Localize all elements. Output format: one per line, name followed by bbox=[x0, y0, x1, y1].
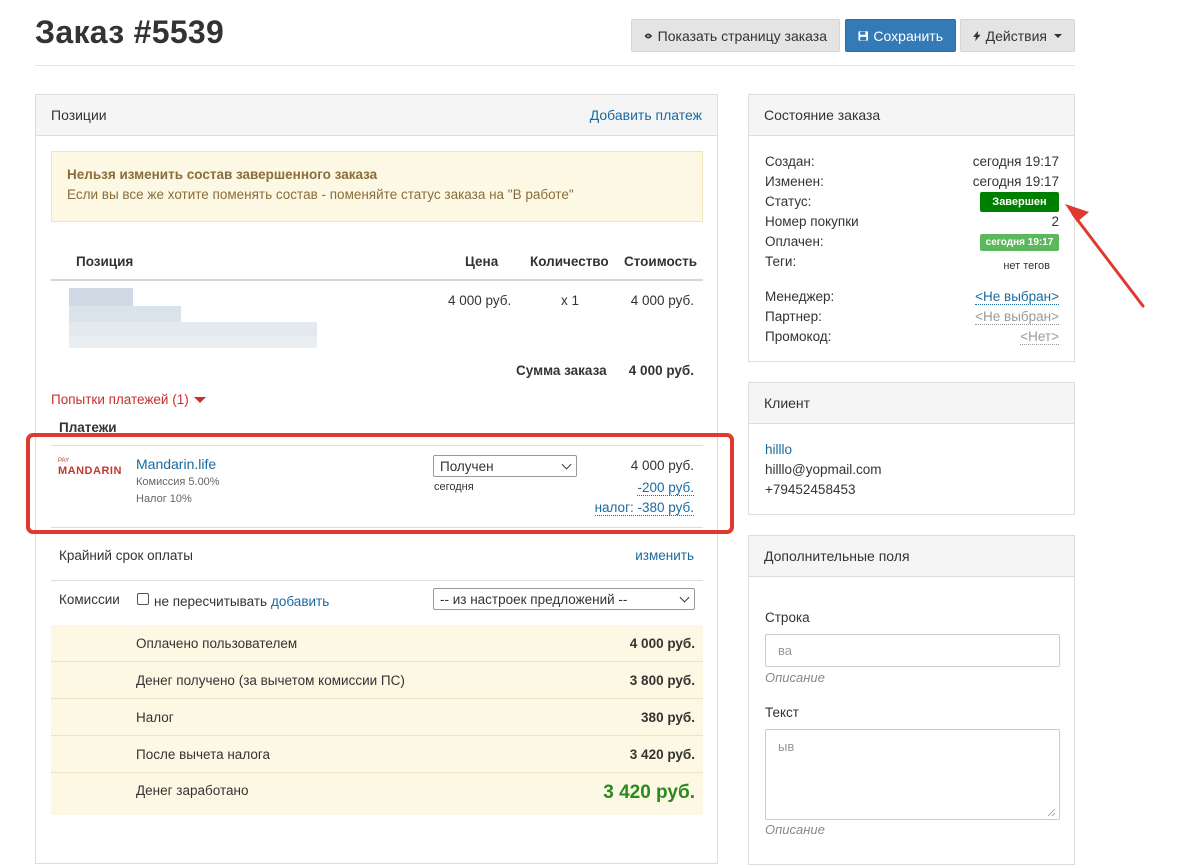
text-field-help: Описание bbox=[765, 822, 825, 837]
payment-highlight-annotation bbox=[26, 433, 734, 534]
summary-label: Налог bbox=[136, 710, 174, 725]
arrow-annotation-icon bbox=[1065, 204, 1145, 308]
summary-row-earned: Денег заработано 3 420 руб. bbox=[51, 773, 703, 815]
completed-order-alert: Нельзя изменить состав завершенного зака… bbox=[51, 151, 703, 222]
promo-label: Промокод: bbox=[765, 329, 832, 344]
column-header-item: Позиция bbox=[76, 254, 134, 269]
actions-label: Действия bbox=[985, 27, 1047, 44]
manager-select-link[interactable]: <Не выбран> bbox=[975, 289, 1059, 305]
status-label: Статус: bbox=[765, 194, 812, 209]
deadline-label: Крайний срок оплаты bbox=[59, 548, 193, 563]
order-sum-value: 4 000 руб. bbox=[628, 363, 694, 378]
column-header-cost: Стоимость bbox=[624, 254, 698, 269]
manager-label: Менеджер: bbox=[765, 289, 835, 304]
commission-source-value: -- из настроек предложений -- bbox=[440, 591, 628, 607]
promo-value: <Нет> bbox=[1020, 329, 1059, 345]
string-field-help: Описание bbox=[765, 670, 825, 685]
no-recalc-label: не пересчитывать bbox=[154, 594, 268, 609]
actions-dropdown-button[interactable]: Действия bbox=[960, 19, 1075, 52]
client-name-link[interactable]: hilllo bbox=[765, 442, 792, 457]
summary-value: 4 000 руб. bbox=[629, 636, 695, 651]
column-header-price: Цена bbox=[465, 254, 499, 269]
client-email: hilllo@yopmail.com bbox=[765, 462, 882, 477]
order-sum-label: Сумма заказа bbox=[516, 363, 607, 378]
item-cost: 4 000 руб. bbox=[630, 293, 694, 308]
changed-value: сегодня 19:17 bbox=[972, 174, 1059, 189]
extra-fields-header: Дополнительные поля bbox=[749, 536, 1074, 577]
item-price: 4 000 руб. bbox=[448, 293, 512, 308]
positions-panel-header: Позиции Добавить платеж bbox=[36, 95, 717, 136]
show-order-page-label: Показать страницу заказа bbox=[657, 27, 827, 44]
summary-row-after-tax: После вычета налога 3 420 руб. bbox=[51, 736, 703, 773]
save-button[interactable]: Сохранить bbox=[845, 19, 956, 52]
column-header-qty: Количество bbox=[530, 254, 609, 269]
summary-row-paid: Оплачено пользователем 4 000 руб. bbox=[51, 625, 703, 662]
status-badge[interactable]: Завершен bbox=[980, 192, 1059, 212]
summary-row-received: Денег получено (за вычетом комиссии ПС) … bbox=[51, 662, 703, 699]
show-order-page-button[interactable]: Показать страницу заказа bbox=[631, 19, 840, 52]
chevron-down-icon bbox=[679, 592, 690, 603]
add-payment-link[interactable]: Добавить платеж bbox=[590, 107, 702, 123]
positions-panel-title: Позиции bbox=[51, 107, 107, 123]
summary-value: 3 420 руб. bbox=[629, 747, 695, 762]
summary-label: Денег получено (за вычетом комиссии ПС) bbox=[136, 673, 405, 688]
order-status-title: Состояние заказа bbox=[764, 107, 881, 123]
deadline-change-link[interactable]: изменить bbox=[635, 548, 694, 563]
partner-label: Партнер: bbox=[765, 309, 822, 324]
partner-select-link[interactable]: <Не выбран> bbox=[975, 309, 1059, 325]
alert-title: Нельзя изменить состав завершенного зака… bbox=[67, 167, 378, 182]
item-qty: x 1 bbox=[561, 293, 580, 308]
summary-label: После вычета налога bbox=[136, 747, 270, 762]
eye-icon bbox=[644, 33, 653, 38]
created-value: сегодня 19:17 bbox=[972, 154, 1059, 169]
lightning-icon bbox=[973, 30, 981, 41]
promo-select-link[interactable]: <Нет> bbox=[1020, 329, 1059, 345]
earned-value: 3 420 руб. bbox=[603, 782, 695, 803]
string-field-input[interactable]: ва bbox=[765, 634, 1060, 667]
save-label: Сохранить bbox=[873, 27, 943, 44]
commissions-label: Комиссии bbox=[59, 592, 120, 607]
client-panel: Клиент hilllo hilllo@yopmail.com +794524… bbox=[748, 382, 1075, 515]
partner-value: <Не выбран> bbox=[975, 309, 1059, 325]
payment-attempts-toggle[interactable]: Попытки платежей (1) bbox=[51, 392, 206, 407]
summary-value: 3 800 руб. bbox=[629, 673, 695, 688]
client-header: Клиент bbox=[749, 383, 1074, 424]
page-header: Заказ #5539 Показать страницу заказа Сох… bbox=[35, 0, 1075, 66]
tags-value: нет тегов bbox=[1003, 260, 1050, 272]
alert-text: Если вы все же хотите поменять состав - … bbox=[67, 187, 574, 202]
payment-attempts-label: Попытки платежей (1) bbox=[51, 392, 189, 407]
order-status-panel: Состояние заказа Создан: сегодня 19:17 И… bbox=[748, 94, 1075, 362]
order-status-header: Состояние заказа bbox=[749, 95, 1074, 136]
summary-row-tax: Налог 380 руб. bbox=[51, 699, 703, 736]
caret-down-icon bbox=[1054, 33, 1062, 38]
purchase-number-label: Номер покупки bbox=[765, 214, 859, 229]
caret-down-icon bbox=[193, 396, 206, 403]
extra-fields-title: Дополнительные поля bbox=[764, 548, 910, 564]
summary-value: 380 руб. bbox=[641, 710, 695, 725]
commission-source-select[interactable]: -- из настроек предложений -- bbox=[433, 588, 695, 610]
text-field-label: Текст bbox=[765, 705, 799, 720]
client-phone: +79452458453 bbox=[765, 482, 856, 497]
add-commission-link[interactable]: добавить bbox=[271, 594, 329, 609]
changed-label: Изменен: bbox=[765, 174, 824, 189]
paid-badge: сегодня 19:17 bbox=[980, 234, 1059, 251]
page-title: Заказ #5539 bbox=[35, 14, 225, 50]
deadline-divider bbox=[51, 580, 703, 581]
created-label: Создан: bbox=[765, 154, 815, 169]
manager-value: <Не выбран> bbox=[975, 289, 1059, 305]
summary-label: Оплачено пользователем bbox=[136, 636, 298, 651]
tags-label: Теги: bbox=[765, 254, 797, 269]
no-recalc-checkbox[interactable] bbox=[137, 593, 149, 605]
extra-fields-panel: Дополнительные поля Строка ва Описание Т… bbox=[748, 535, 1075, 865]
resize-handle-icon[interactable] bbox=[1047, 808, 1056, 817]
summary-label: Денег заработано bbox=[136, 783, 249, 798]
text-field-textarea[interactable]: ыв bbox=[765, 729, 1060, 820]
client-title: Клиент bbox=[764, 395, 811, 411]
floppy-icon bbox=[858, 30, 868, 41]
table-header-divider bbox=[51, 279, 703, 281]
paid-label: Оплачен: bbox=[765, 234, 824, 249]
string-field-label: Строка bbox=[765, 610, 810, 625]
